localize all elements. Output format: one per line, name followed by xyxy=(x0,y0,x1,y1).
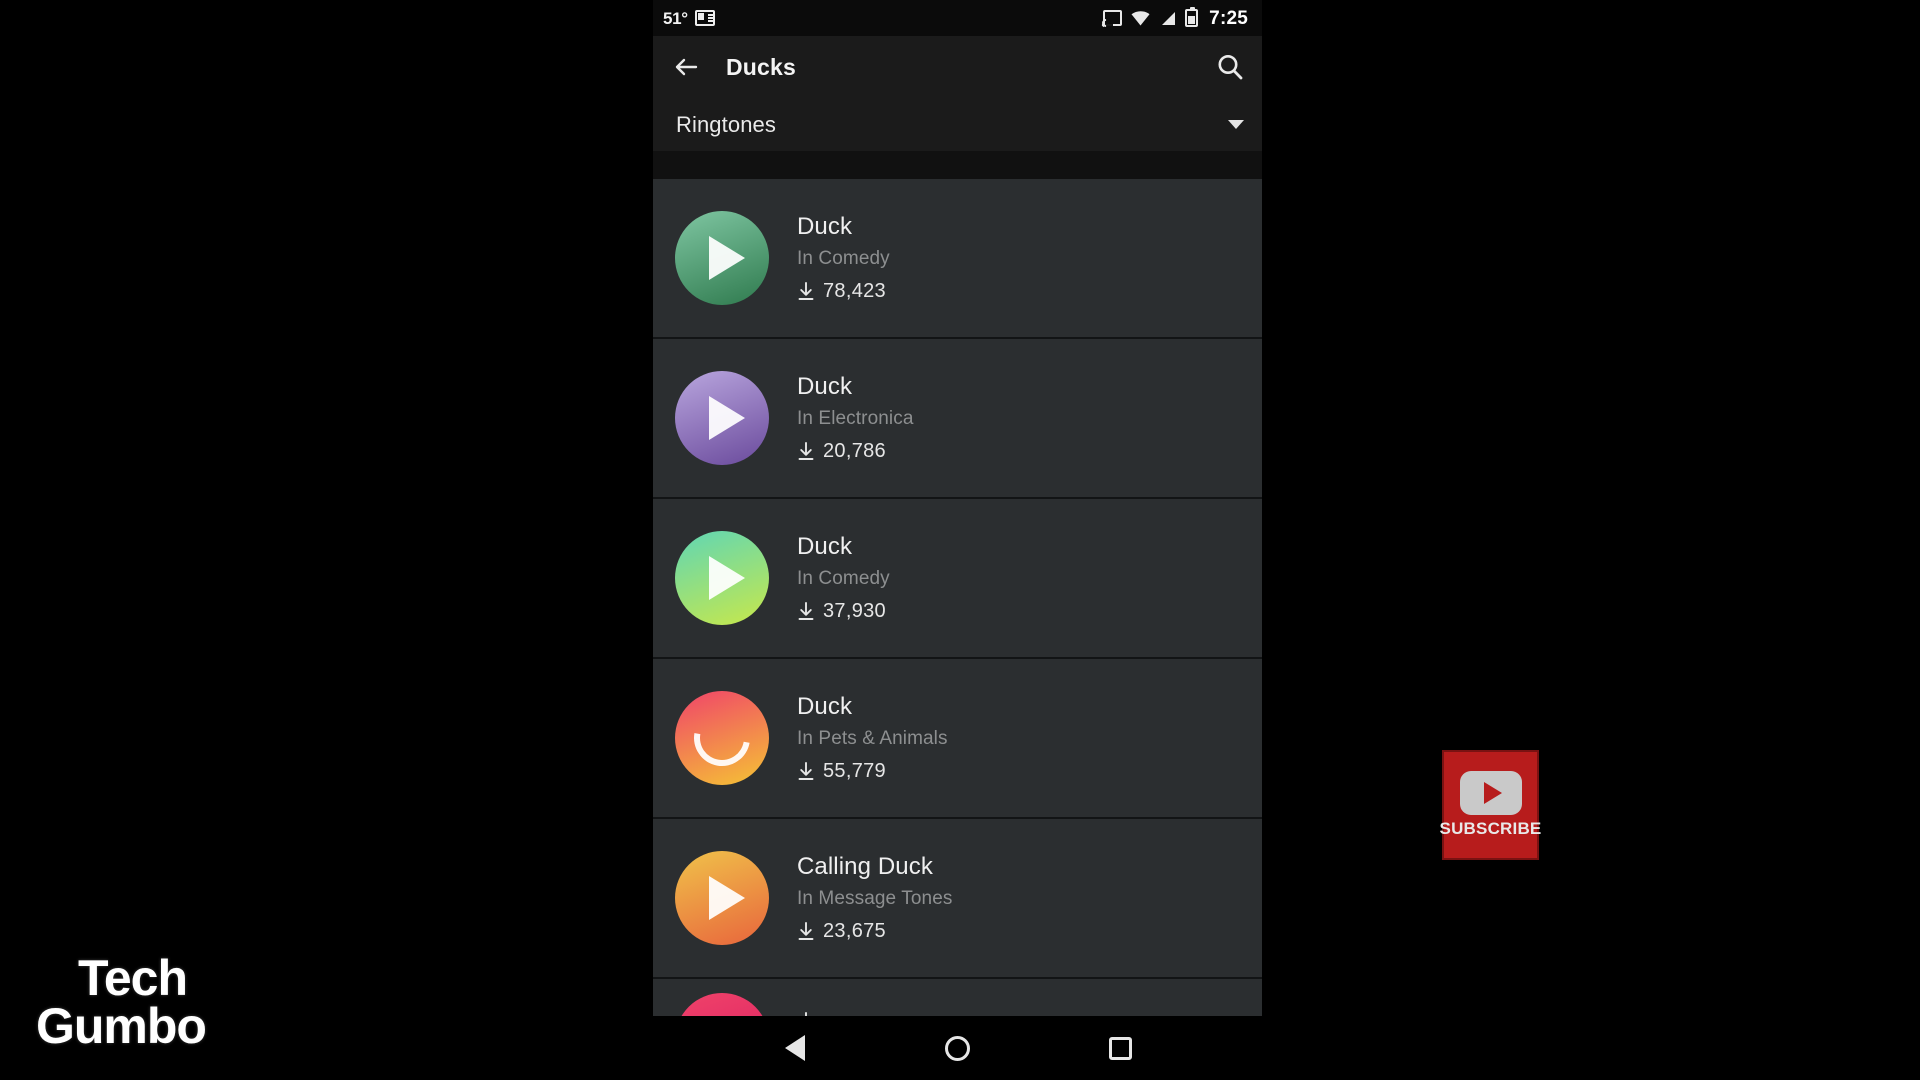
row-text-block: Duck In Comedy 37,930 xyxy=(797,533,890,623)
play-button-icon[interactable] xyxy=(675,851,769,945)
download-count: 23,675 xyxy=(823,920,886,942)
status-bar-left: 51° xyxy=(663,10,715,27)
watermark-line-2: Gumbo xyxy=(36,997,207,1054)
status-bar-right: 7:25 xyxy=(1100,7,1248,29)
channel-watermark: Tech Gumbo xyxy=(36,950,207,1054)
play-triangle xyxy=(708,556,745,600)
ringtone-title: Duck xyxy=(797,373,853,400)
row-text-block: Duck In Comedy 78,423 xyxy=(797,213,890,303)
search-icon[interactable] xyxy=(1214,51,1246,83)
ringtone-title: Duck xyxy=(797,213,853,240)
table-row[interactable]: Duck In Comedy 37,930 xyxy=(653,499,1262,659)
ringtone-title: Duck xyxy=(797,533,853,560)
temperature-indicator: 51° xyxy=(663,8,688,28)
ringtone-title: Calling Duck xyxy=(797,853,933,880)
spinner-ring xyxy=(683,699,761,777)
subscribe-label: SUBSCRIBE xyxy=(1439,819,1542,838)
ringtone-category: In Pets & Animals xyxy=(797,728,948,749)
download-count-block: 37,930 xyxy=(797,600,890,623)
download-icon xyxy=(797,602,815,621)
download-count-block: 78,423 xyxy=(797,280,890,303)
download-icon xyxy=(797,442,815,461)
table-row[interactable]: Duck In Comedy 78,423 xyxy=(653,179,1262,339)
table-row[interactable]: Calling Duck In Message Tones 23,675 xyxy=(653,819,1262,979)
play-button-icon[interactable] xyxy=(675,371,769,465)
play-button-icon[interactable] xyxy=(675,531,769,625)
download-count: 55,779 xyxy=(823,760,886,782)
row-text-block: Duck In Pets & Animals 55,779 xyxy=(797,693,948,783)
download-count: 37,930 xyxy=(823,600,886,622)
category-dropdown[interactable]: Ringtones xyxy=(653,98,1262,151)
ringtone-category: In Comedy xyxy=(797,568,890,589)
play-button-icon[interactable] xyxy=(675,211,769,305)
cast-icon xyxy=(1100,10,1123,29)
ringtone-category: In Comedy xyxy=(797,248,890,269)
news-widget-icon xyxy=(694,10,715,26)
youtube-logo-icon xyxy=(1459,771,1522,815)
table-row[interactable]: Duck In Electronica 20,786 xyxy=(653,339,1262,499)
phone-screen: 51° 7:25 Ducks Ringtones Duck In Comedy … xyxy=(653,0,1262,1016)
play-button-icon[interactable] xyxy=(675,993,769,1016)
android-nav-bar xyxy=(653,1016,1262,1080)
row-text-block: Duck In Electronica 20,786 xyxy=(797,373,914,463)
ringtone-category: In Message Tones xyxy=(797,888,953,909)
clock: 7:25 xyxy=(1209,7,1248,29)
nav-back-icon[interactable] xyxy=(773,1026,817,1070)
chevron-down-icon xyxy=(1228,120,1244,129)
screen-root: 51° 7:25 Ducks Ringtones Duck In Comedy … xyxy=(0,0,1920,1080)
ringtone-list[interactable]: Duck In Comedy 78,423 Duck In Electronica 20,… xyxy=(653,179,1262,1016)
ringtone-category: In Electronica xyxy=(797,408,914,429)
wifi-icon xyxy=(1131,10,1150,26)
subscribe-overlay[interactable]: SUBSCRIBE xyxy=(1439,750,1542,860)
row-text-block: Calling Duck In Message Tones 23,675 xyxy=(797,853,952,943)
watermark-line-1: Tech xyxy=(78,950,188,1006)
nav-home-icon[interactable] xyxy=(936,1026,980,1070)
loading-spinner-icon[interactable] xyxy=(675,691,769,785)
download-count-block: 23,675 xyxy=(797,920,952,943)
download-count: 20,786 xyxy=(823,440,886,462)
battery-icon xyxy=(1185,7,1199,27)
row-text-block xyxy=(797,995,823,1016)
download-icon xyxy=(797,922,815,941)
list-top-spacer xyxy=(653,151,1262,179)
status-bar: 51° 7:25 xyxy=(653,0,1262,36)
play-triangle xyxy=(708,236,745,280)
download-count-block: 20,786 xyxy=(797,440,914,463)
app-bar: Ducks xyxy=(653,36,1262,98)
download-count: 78,423 xyxy=(823,280,886,302)
download-count-block: 55,779 xyxy=(797,760,948,783)
download-icon xyxy=(797,282,815,301)
table-row[interactable] xyxy=(653,979,1262,1016)
play-triangle xyxy=(708,876,745,920)
page-title: Ducks xyxy=(726,53,797,80)
ringtone-title: Duck xyxy=(797,693,853,720)
back-arrow-icon[interactable] xyxy=(671,52,701,82)
category-dropdown-label: Ringtones xyxy=(676,111,776,137)
cell-signal-icon xyxy=(1159,11,1176,26)
play-triangle xyxy=(708,396,745,440)
download-icon xyxy=(797,762,815,781)
table-row[interactable]: Duck In Pets & Animals 55,779 xyxy=(653,659,1262,819)
nav-recents-icon[interactable] xyxy=(1099,1026,1143,1070)
